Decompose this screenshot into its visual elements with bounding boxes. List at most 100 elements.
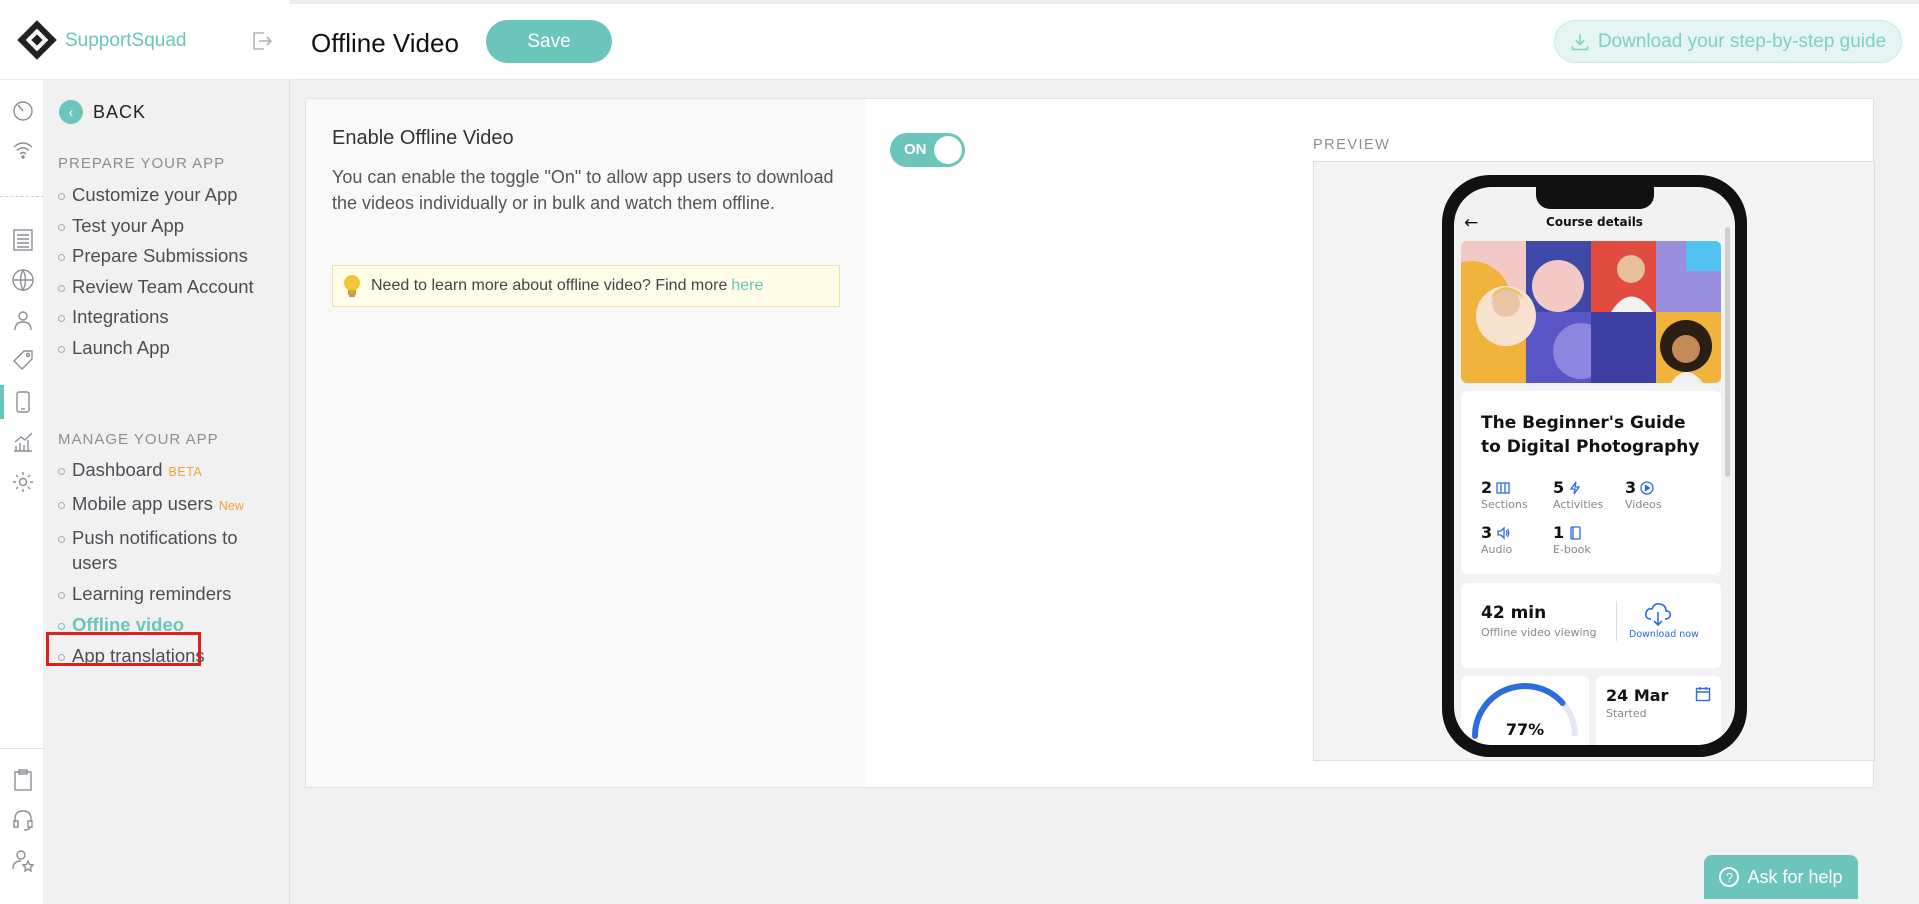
stat-label: Videos xyxy=(1625,498,1662,511)
user-star-icon[interactable] xyxy=(11,848,35,873)
book-icon xyxy=(1570,526,1581,540)
download-now-link[interactable]: Download now xyxy=(1629,629,1699,640)
back-label: BACK xyxy=(93,101,147,122)
stat-label: E-book xyxy=(1553,543,1591,556)
progress-value: 77% xyxy=(1505,720,1545,739)
beta-badge: BETA xyxy=(168,465,203,479)
offline-video-card: Enable Offline Video You can enable the … xyxy=(305,98,1875,788)
stat-activities: 5 Activities xyxy=(1553,478,1623,511)
speedometer-icon[interactable] xyxy=(11,98,35,122)
start-date-label: Started xyxy=(1606,707,1647,720)
bolt-icon xyxy=(1569,481,1581,495)
rail-bottom-divider xyxy=(0,748,44,749)
toggle-knob xyxy=(934,136,962,164)
stat-audio: 3 Audio xyxy=(1481,523,1551,556)
nav-item-integrations[interactable]: Integrations xyxy=(58,304,254,329)
stat-sections: 2 Sections xyxy=(1481,478,1551,511)
section-heading: Enable Offline Video xyxy=(332,127,514,149)
save-button[interactable]: Save xyxy=(486,20,612,63)
nav-item-team-account[interactable]: Review Team Account xyxy=(58,274,254,299)
stat-value: 3 xyxy=(1481,523,1493,542)
start-date-card: 24 Mar Started xyxy=(1596,676,1721,745)
user-icon[interactable] xyxy=(11,308,35,332)
rail-active-indicator xyxy=(0,385,4,419)
toggle-label: ON xyxy=(904,141,927,158)
tag-icon[interactable] xyxy=(11,348,35,372)
stat-ebook: 1 E-book xyxy=(1553,523,1623,556)
settings-panel: Enable Offline Video You can enable the … xyxy=(306,99,865,787)
duration-value: 42 min xyxy=(1481,603,1547,623)
headset-icon[interactable] xyxy=(11,808,35,832)
stat-label: Audio xyxy=(1481,543,1513,556)
divider xyxy=(1616,601,1617,641)
nav-item-submissions[interactable]: Prepare Submissions xyxy=(58,243,254,268)
course-hero-image xyxy=(1461,241,1721,383)
list-icon[interactable] xyxy=(11,228,35,252)
download-guide-label: Download your step-by-step guide xyxy=(1597,30,1887,52)
top-bar: Offline Video Save Download your step-by… xyxy=(290,0,1919,80)
phone-notch xyxy=(1536,187,1654,209)
tip-banner: Need to learn more about offline video? … xyxy=(332,265,840,307)
brand-name: SupportSquad xyxy=(65,30,187,51)
nav-item-launch[interactable]: Launch App xyxy=(58,335,254,360)
section-description: You can enable the toggle "On" to allow … xyxy=(332,167,834,213)
back-button[interactable]: ‹ BACK xyxy=(59,100,146,124)
start-date: 24 Mar xyxy=(1606,686,1669,705)
nav-item-test[interactable]: Test your App xyxy=(58,213,254,238)
cloud-download-icon xyxy=(1645,603,1671,627)
tip-link[interactable]: here xyxy=(731,277,763,295)
stat-value: 2 xyxy=(1481,478,1493,497)
preview-label: PREVIEW xyxy=(1313,137,1391,153)
stat-value: 3 xyxy=(1625,478,1637,497)
course-info-card: The Beginner's Guide to Digital Photogra… xyxy=(1461,391,1721,574)
stat-videos: 3 Videos xyxy=(1625,478,1695,511)
stat-value: 1 xyxy=(1553,523,1565,542)
tip-text: Need to learn more about offline video? … xyxy=(371,277,728,294)
mobile-icon[interactable] xyxy=(11,390,35,414)
phone-screen: ← Course details The Beginner's Guide to… xyxy=(1454,187,1735,745)
icon-rail xyxy=(0,0,44,904)
nav-item-learning-reminders[interactable]: Learning reminders xyxy=(58,581,258,606)
chart-icon[interactable] xyxy=(11,430,35,454)
nav-item-dashboard[interactable]: Dashboard BETA xyxy=(58,457,258,485)
download-guide-button[interactable]: Download your step-by-step guide xyxy=(1554,20,1902,63)
nav-label: Mobile app users xyxy=(72,493,213,514)
nav-label: Dashboard xyxy=(72,459,163,480)
manage-heading: MANAGE YOUR APP xyxy=(58,431,219,448)
speaker-icon xyxy=(1497,526,1510,540)
course-title: The Beginner's Guide to Digital Photogra… xyxy=(1481,413,1700,457)
nav-item-mobile-users[interactable]: Mobile app users New xyxy=(58,491,258,519)
offline-download-card: 42 min Offline video viewing Download no… xyxy=(1461,583,1721,668)
help-label: Ask for help xyxy=(1747,866,1843,887)
ask-for-help-button[interactable]: ? Ask for help xyxy=(1704,855,1858,899)
phone-scrollbar xyxy=(1725,227,1730,477)
wifi-icon[interactable] xyxy=(11,138,35,162)
logout-icon[interactable] xyxy=(250,29,274,53)
columns-icon xyxy=(1496,482,1510,494)
play-icon xyxy=(1640,481,1654,495)
new-badge: New xyxy=(218,499,244,513)
prepare-list: Customize your App Test your App Prepare… xyxy=(58,182,254,360)
brand-logo-icon xyxy=(16,19,58,61)
phone-header: ← Course details xyxy=(1454,207,1735,241)
page-title: Offline Video xyxy=(311,28,459,58)
progress-card: 77% xyxy=(1461,676,1589,745)
download-icon xyxy=(1571,34,1589,50)
gear-icon[interactable] xyxy=(11,470,35,494)
prepare-heading: PREPARE YOUR APP xyxy=(58,155,226,172)
nav-item-push-notifications[interactable]: Push notifications to users xyxy=(58,525,258,575)
question-icon: ? xyxy=(1719,867,1740,887)
stat-value: 5 xyxy=(1553,478,1565,497)
calendar-icon xyxy=(1695,687,1711,702)
offline-video-toggle[interactable]: ON xyxy=(890,133,965,167)
stat-label: Activities xyxy=(1553,498,1604,511)
highlight-box xyxy=(46,632,201,666)
lightbulb-icon xyxy=(344,275,360,297)
nav-item-customize[interactable]: Customize your App xyxy=(58,182,254,207)
stat-label: Sections xyxy=(1481,498,1528,511)
duration-label: Offline video viewing xyxy=(1481,626,1597,639)
phone-mockup: ← Course details The Beginner's Guide to… xyxy=(1442,175,1747,757)
globe-icon[interactable] xyxy=(11,268,35,292)
sub-navigation: ‹ BACK PREPARE YOUR APP Customize your A… xyxy=(44,80,290,904)
clipboard-icon[interactable] xyxy=(11,768,35,792)
